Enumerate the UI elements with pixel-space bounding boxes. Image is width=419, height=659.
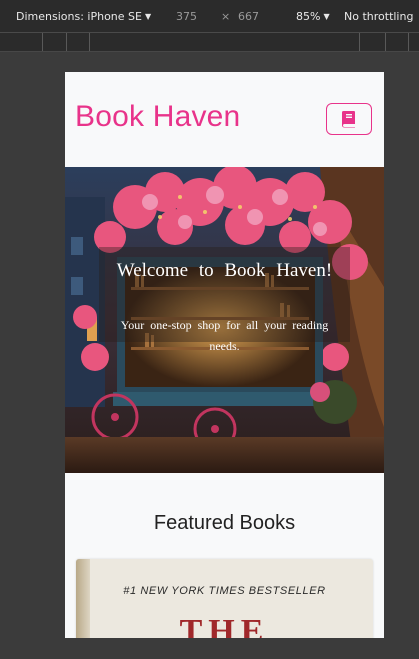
hero-title: Welcome to Book Haven! [116,260,333,281]
ruler-divider [66,33,67,51]
dropdown-arrow-icon: ▼ [323,12,330,21]
hero-text: Your one-stop shop for all your reading … [120,318,329,353]
zoom-dropdown[interactable]: 85% ▼ [296,10,330,23]
media-query-ruler [0,33,419,52]
site-brand[interactable]: Book Haven [75,100,240,134]
times-symbol: × [221,10,231,23]
device-viewport: Book Haven Welcome to Book Haven! Your o… [65,72,384,638]
book-cover-title: THE [179,613,270,638]
navbar-toggle-button[interactable] [326,103,372,135]
ruler-divider [408,33,409,51]
ruler-divider [89,33,90,51]
device-dimensions-dropdown[interactable]: Dimensions: iPhone SE ▼ [16,10,151,23]
throttling-dropdown[interactable]: No throttling [344,10,413,23]
dimensions-label: Dimensions: iPhone SE [16,10,142,23]
book-icon [342,111,355,128]
dropdown-arrow-icon: ▼ [144,12,152,21]
ruler-divider [42,33,43,51]
book-cover-line: #1 NEW YORK TIMES BESTSELLER [123,585,326,597]
ruler-divider [385,33,386,51]
site-header: Book Haven [65,72,384,167]
width-input[interactable]: 375 [176,10,197,23]
ruler-divider [359,33,360,51]
featured-books-heading: Featured Books [153,512,296,534]
zoom-label: 85% [296,10,321,23]
height-input[interactable]: 667 [238,10,259,23]
hero-section: Welcome to Book Haven! Your one-stop sho… [65,167,384,473]
devtools-toolbar: Dimensions: iPhone SE ▼ 375 × 667 85% ▼ No… [0,0,419,33]
featured-book-card[interactable]: #1 NEW YORK TIMES BESTSELLER THE [76,559,373,638]
